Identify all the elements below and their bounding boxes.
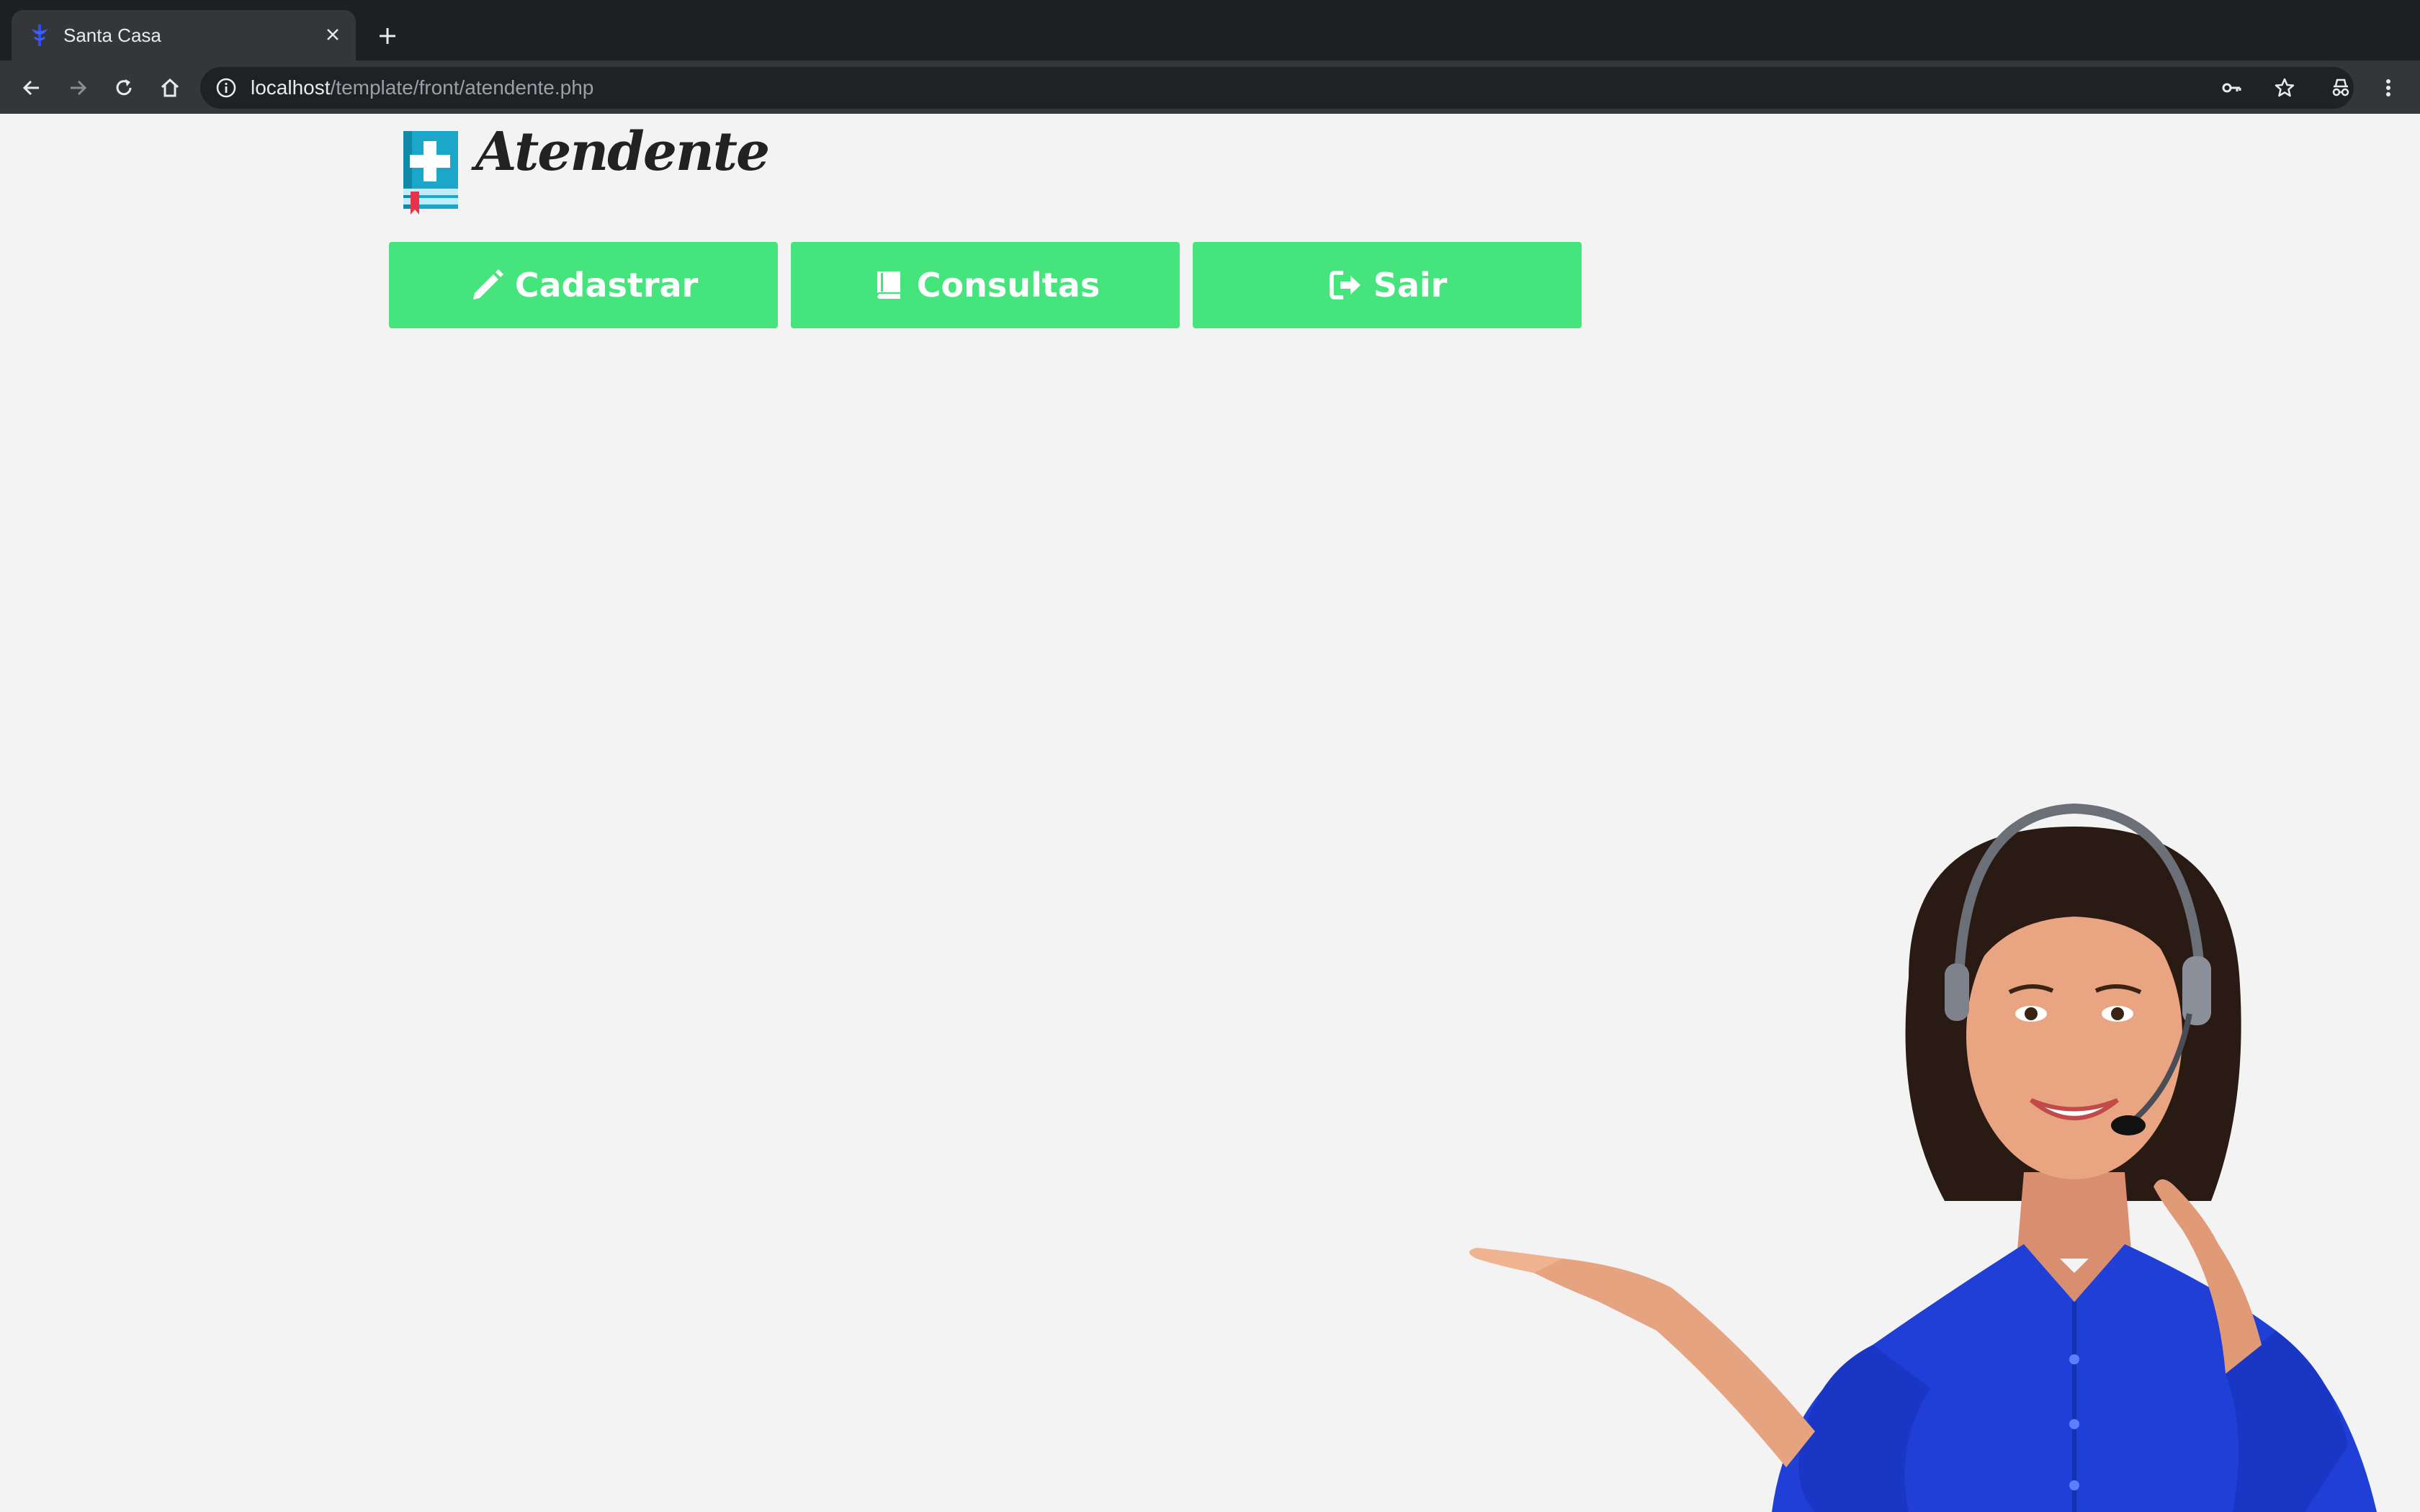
cadastrar-button[interactable]: Cadastrar [389,242,778,328]
browser-tab[interactable]: Santa Casa [12,10,356,60]
consultas-button[interactable]: Consultas [791,242,1180,328]
browser-tab-strip: Santa Casa [0,0,2420,60]
arrow-left-icon[interactable] [16,72,48,104]
info-icon[interactable] [215,76,238,99]
medical-book-icon [400,130,461,216]
caduceus-icon [27,23,52,48]
sign-out-icon [1327,267,1363,303]
url-text: localhost/template/front/atendente.php [251,76,594,99]
page-title: Atendente [475,121,770,183]
sair-button[interactable]: Sair [1193,242,1582,328]
close-icon[interactable] [320,22,346,48]
plus-icon[interactable] [372,20,403,52]
kebab-menu-icon[interactable] [2372,72,2404,104]
reload-icon[interactable] [108,72,140,104]
key-icon[interactable] [2215,72,2247,104]
address-bar[interactable]: localhost/template/front/atendente.php [200,67,2354,109]
attendant-illustration [1469,803,2377,1512]
pencil-icon [469,267,505,303]
incognito-icon[interactable] [2325,72,2357,104]
book-icon [871,267,907,303]
arrow-right-icon[interactable] [62,72,94,104]
home-icon[interactable] [154,72,186,104]
star-icon[interactable] [2269,72,2300,104]
page-content: Atendente Cadastrar Consultas Sair [0,114,2420,1512]
browser-toolbar: localhost/template/front/atendente.php [0,60,2420,114]
cadastrar-label: Cadastrar [514,266,699,305]
sair-label: Sair [1373,266,1448,305]
tab-title: Santa Casa [63,24,161,46]
consultas-label: Consultas [916,266,1101,305]
